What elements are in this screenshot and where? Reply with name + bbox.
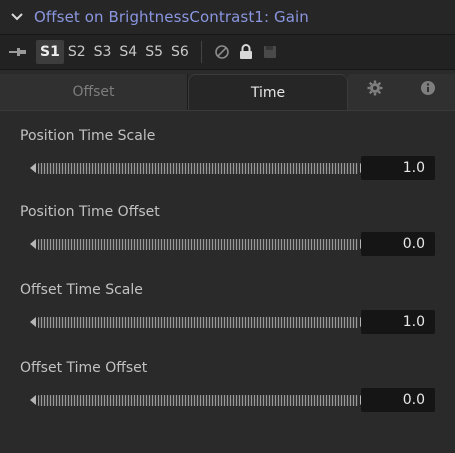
value-field[interactable]: 0.0: [361, 232, 435, 256]
slider[interactable]: [30, 238, 366, 250]
value-field[interactable]: 1.0: [361, 156, 435, 180]
slider-left-arrow-icon[interactable]: [30, 395, 36, 405]
slider-left-arrow-icon[interactable]: [30, 239, 36, 249]
panel-title: Offset on BrightnessContrast1: Gain: [34, 8, 309, 26]
time-tab-content: Position Time Scale 1.0 Position Time Of…: [0, 110, 455, 453]
tab-time[interactable]: Time: [188, 74, 348, 110]
slider-track[interactable]: [38, 162, 358, 174]
slot-s2[interactable]: S2: [64, 40, 90, 64]
slider-left-arrow-icon[interactable]: [30, 163, 36, 173]
param-label: Offset Time Scale: [20, 282, 143, 298]
slot-s4[interactable]: S4: [115, 40, 141, 64]
panel-header[interactable]: Offset on BrightnessContrast1: Gain: [0, 0, 455, 34]
tab-offset[interactable]: Offset: [0, 74, 188, 110]
toolbar: S1 S2 S3 S4 S5 S6: [0, 34, 455, 70]
param-position-time-offset: Position Time Offset 0.0: [20, 204, 440, 256]
pin-icon[interactable]: [0, 34, 36, 70]
slider[interactable]: [30, 394, 366, 406]
slot-s5[interactable]: S5: [141, 40, 167, 64]
gear-icon[interactable]: [367, 74, 383, 110]
slider[interactable]: [30, 162, 366, 174]
slot-s1[interactable]: S1: [36, 40, 64, 64]
chevron-down-icon[interactable]: [0, 0, 34, 34]
value-field[interactable]: 0.0: [361, 388, 435, 412]
tab-bar: Offset Time: [0, 74, 455, 110]
slot-s6[interactable]: S6: [167, 40, 193, 64]
toolbar-divider: [200, 41, 202, 63]
param-label: Position Time Offset: [20, 204, 160, 220]
slot-s3[interactable]: S3: [90, 40, 116, 64]
slider-left-arrow-icon[interactable]: [30, 317, 36, 327]
param-position-time-scale: Position Time Scale 1.0: [20, 128, 440, 180]
save-icon[interactable]: [258, 40, 282, 64]
disable-icon[interactable]: [210, 40, 234, 64]
param-offset-time-offset: Offset Time Offset 0.0: [20, 360, 440, 412]
param-label: Offset Time Offset: [20, 360, 148, 376]
slider[interactable]: [30, 316, 366, 328]
value-field[interactable]: 1.0: [361, 310, 435, 334]
lock-icon[interactable]: [234, 40, 258, 64]
inspector-panel: Offset on BrightnessContrast1: Gain S1 S…: [0, 0, 455, 453]
slider-track[interactable]: [38, 394, 358, 406]
slider-track[interactable]: [38, 316, 358, 328]
slider-track[interactable]: [38, 238, 358, 250]
info-icon[interactable]: [420, 74, 436, 110]
tab-icons: [348, 74, 455, 110]
param-label: Position Time Scale: [20, 128, 156, 144]
param-offset-time-scale: Offset Time Scale 1.0: [20, 282, 440, 334]
